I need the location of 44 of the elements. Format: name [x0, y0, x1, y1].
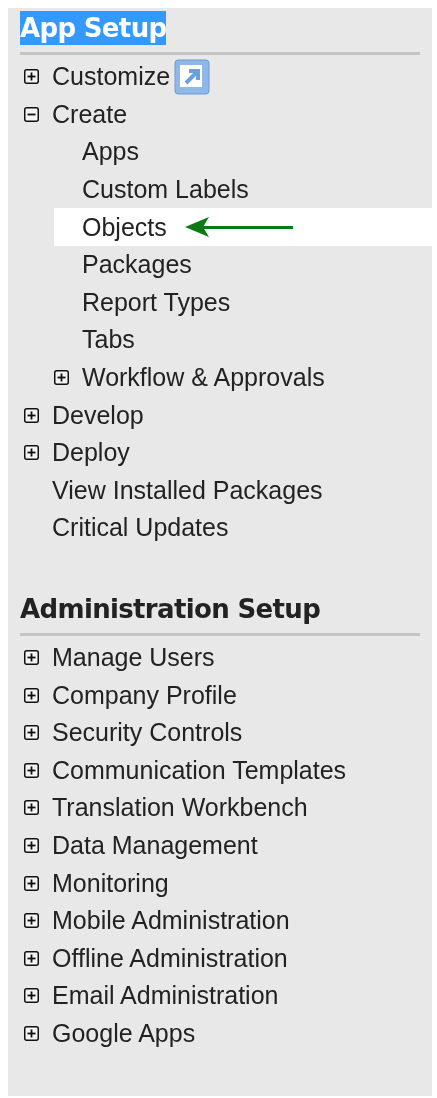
expand-icon[interactable]	[24, 725, 39, 741]
menu-item[interactable]: Objects	[82, 214, 167, 240]
section-heading: Administration Setup	[20, 592, 321, 626]
menu-item[interactable]: Security Controls	[52, 720, 243, 746]
menu-item[interactable]: Create	[52, 101, 128, 127]
menu-item[interactable]: Tabs	[82, 327, 135, 353]
expand-icon[interactable]	[24, 838, 39, 853]
expand-icon[interactable]	[24, 650, 39, 665]
expand-icon[interactable]	[24, 687, 39, 703]
section-heading: App Setup	[20, 11, 167, 45]
expand-icon[interactable]	[54, 370, 69, 386]
expand-icon[interactable]	[24, 913, 39, 929]
menu-item[interactable]: Mobile Administration	[52, 908, 290, 934]
menu-item[interactable]: Apps	[82, 139, 139, 165]
menu-item[interactable]: Translation Workbench	[52, 795, 308, 821]
menu-item[interactable]: Workflow & Approvals	[82, 365, 325, 391]
menu-item[interactable]: Customize	[52, 64, 171, 90]
menu-item[interactable]: Data Management	[52, 833, 258, 858]
popout-icon[interactable]	[174, 58, 211, 95]
expand-icon[interactable]	[24, 1025, 39, 1041]
expand-icon[interactable]	[24, 988, 39, 1004]
menu-item[interactable]: Manage Users	[52, 645, 215, 670]
menu-item[interactable]: Communication Templates	[52, 757, 347, 783]
selected-row[interactable]: Objects	[54, 208, 432, 246]
expand-icon[interactable]	[24, 875, 39, 891]
menu-item[interactable]: Develop	[52, 402, 144, 428]
menu-item[interactable]: Critical Updates	[52, 515, 229, 541]
menu-item[interactable]: Report Types	[82, 289, 231, 315]
expand-icon[interactable]	[24, 407, 39, 423]
collapse-icon[interactable]	[24, 106, 39, 122]
expand-icon[interactable]	[24, 445, 39, 461]
menu-item[interactable]: Company Profile	[52, 682, 237, 708]
expand-icon[interactable]	[24, 950, 39, 966]
expand-icon[interactable]	[24, 762, 39, 778]
menu-item[interactable]: Email Administration	[52, 983, 279, 1009]
menu-item[interactable]: View Installed Packages	[52, 477, 323, 503]
expand-icon[interactable]	[24, 800, 39, 816]
menu-item[interactable]: Deploy	[52, 440, 130, 466]
menu-item[interactable]: Monitoring	[52, 870, 169, 896]
menu-item[interactable]: Custom Labels	[82, 177, 249, 203]
menu-item[interactable]: Google Apps	[52, 1020, 196, 1046]
menu-item[interactable]: Packages	[82, 252, 192, 278]
menu-item[interactable]: Offline Administration	[52, 945, 288, 971]
expand-icon[interactable]	[24, 69, 39, 85]
